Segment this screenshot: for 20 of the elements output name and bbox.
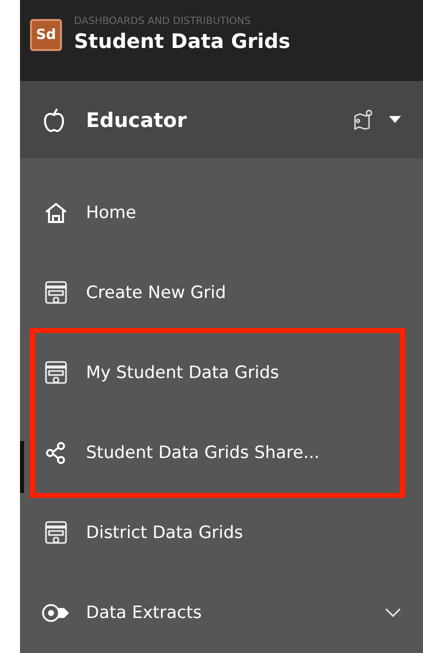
- role-label[interactable]: Educator: [86, 108, 333, 132]
- apple-icon: [42, 106, 66, 133]
- share-icon: [45, 442, 67, 464]
- nav-item[interactable]: Home: [86, 203, 401, 223]
- nav-item[interactable]: My Student Data Grids: [86, 363, 390, 383]
- chevron-down-icon[interactable]: [385, 608, 401, 618]
- home-icon: [44, 201, 68, 225]
- map-pin-icon[interactable]: [353, 108, 375, 131]
- nav-item[interactable]: Data Extracts: [86, 603, 369, 623]
- extract-icon: [42, 603, 70, 623]
- caret-icon[interactable]: [389, 116, 401, 124]
- app-logo: Sd: [30, 18, 62, 51]
- app-title: Student Data Grids: [74, 28, 290, 54]
- grid-card-icon: [45, 281, 67, 305]
- nav-item[interactable]: Student Data Grids Share...: [86, 443, 390, 463]
- grid-card-icon: [45, 361, 67, 385]
- nav-item[interactable]: Create New Grid: [86, 283, 401, 303]
- nav-item[interactable]: District Data Grids: [86, 523, 401, 543]
- grid-card-icon: [45, 521, 67, 545]
- app-subtitle: DASHBOARDS AND DISTRIBUTIONS: [74, 16, 252, 28]
